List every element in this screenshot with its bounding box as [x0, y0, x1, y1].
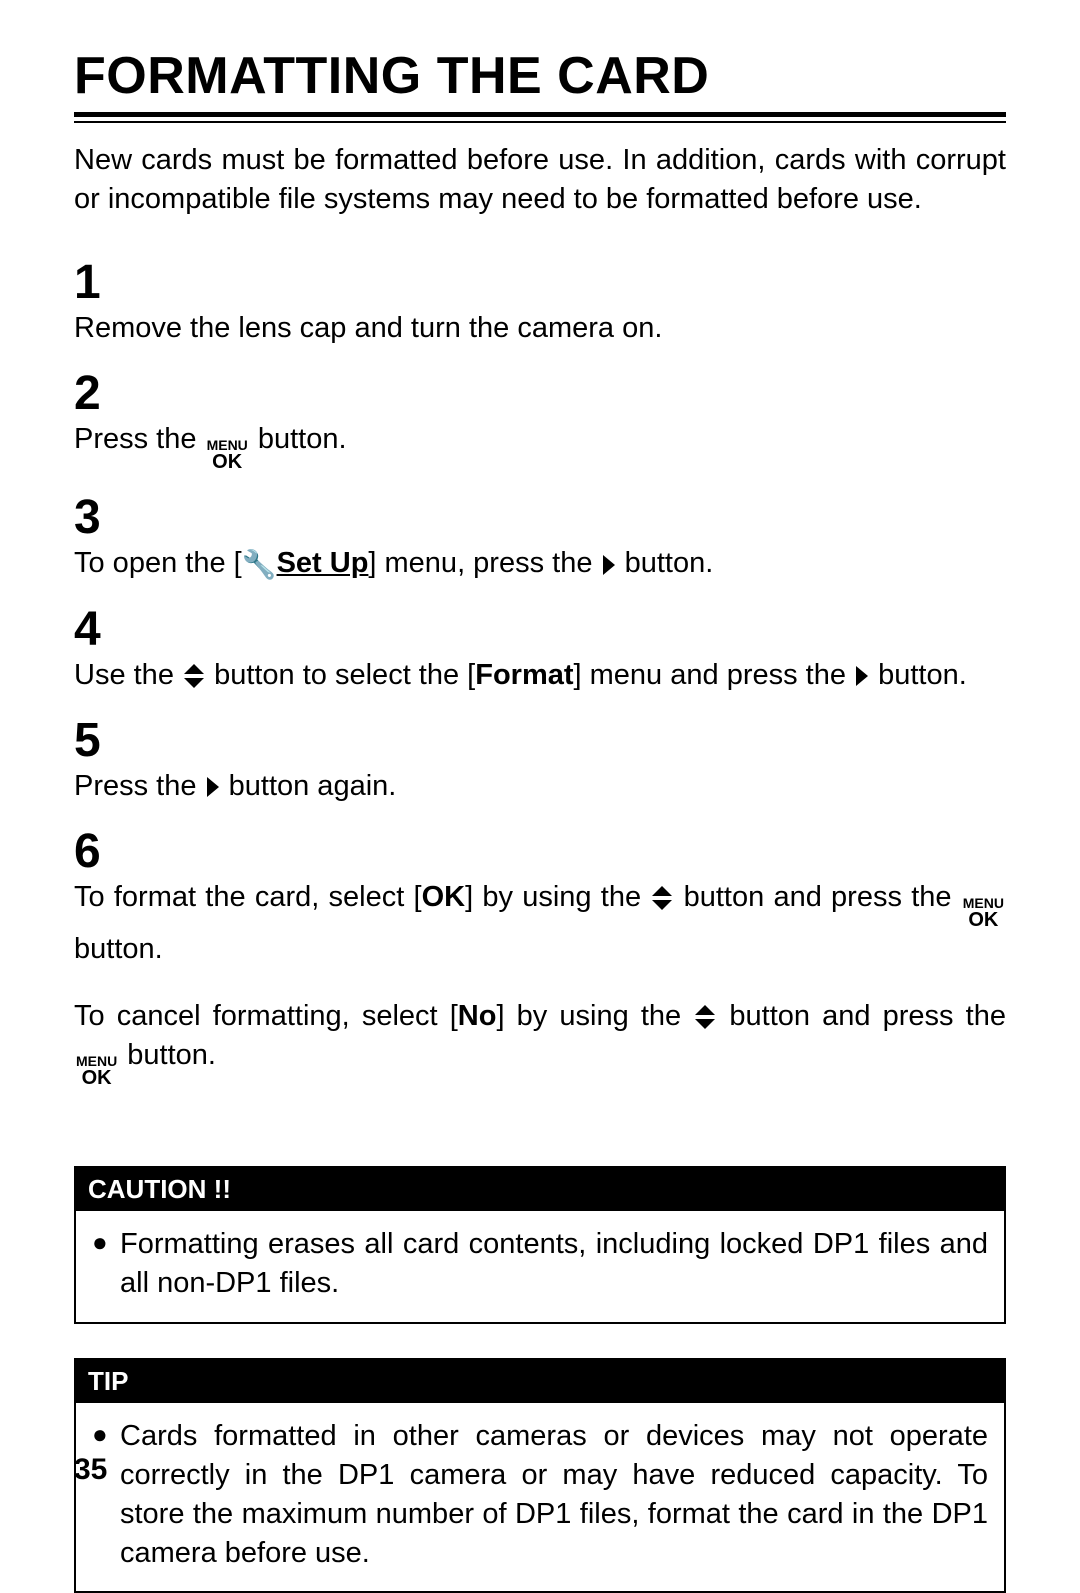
step-4-text: Use the button to select the [Format] me… — [74, 656, 1006, 695]
step-6-text-h: button. — [127, 1039, 216, 1071]
step-3-text-b: ] menu, press the — [368, 547, 600, 579]
step-2-text-a: Press the — [74, 423, 205, 455]
step-6-text-g: button and press the — [729, 1000, 1006, 1032]
step-4-text-d: button. — [878, 659, 967, 691]
step-1-text: Remove the lens cap and turn the camera … — [74, 309, 1006, 348]
step-3-text-c: button. — [625, 547, 714, 579]
caution-bullet-text: Formatting erases all card contents, inc… — [120, 1225, 988, 1303]
step-6-text-b: ] by using the — [465, 881, 650, 913]
menu-ok-icon: MENU OK — [961, 896, 1006, 930]
step-2-text-b: button. — [258, 423, 347, 455]
step-6-text-no: To cancel formatting, select [No] by usi… — [74, 997, 1006, 1088]
tip-body: ● Cards formatted in other cameras or de… — [76, 1403, 1004, 1592]
up-down-arrow-icon — [650, 884, 674, 912]
bullet-icon: ● — [92, 1225, 120, 1303]
step-6-text-d: button. — [74, 933, 163, 965]
step-2-text: Press the MENU OK button. — [74, 420, 1006, 472]
step-6-text-f: ] by using the — [496, 1000, 693, 1032]
up-down-arrow-icon — [693, 1003, 717, 1031]
step-4-text-c: ] menu and press the — [574, 659, 855, 691]
step-6-text-a: To format the card, select [ — [74, 881, 422, 913]
caution-bullet: ● Formatting erases all card contents, i… — [92, 1225, 988, 1303]
step-3-setup: Set Up — [277, 547, 369, 579]
menu-ok-icon: MENU OK — [205, 438, 250, 472]
menu-ok-top: MENU — [963, 896, 1004, 910]
tip-header: TIP — [76, 1360, 1004, 1403]
step-5-text: Press the button again. — [74, 767, 1006, 806]
page-title: FORMATTING THE CARD — [74, 46, 1006, 106]
right-arrow-icon — [854, 664, 870, 688]
bullet-icon: ● — [92, 1417, 120, 1574]
step-6-text-ok: To format the card, select [OK] by using… — [74, 878, 1006, 969]
tip-bullet-text: Cards formatted in other cameras or devi… — [120, 1417, 988, 1574]
menu-ok-bottom: OK — [82, 1068, 112, 1088]
step-number-2: 2 — [74, 370, 1006, 418]
step-6-text-c: button and press the — [684, 881, 961, 913]
up-down-arrow-icon — [182, 662, 206, 690]
right-arrow-icon — [601, 553, 617, 577]
menu-ok-bottom: OK — [968, 910, 998, 930]
step-number-1: 1 — [74, 259, 1006, 307]
menu-ok-icon: MENU OK — [74, 1054, 119, 1088]
wrench-icon: 🔧 — [242, 546, 277, 584]
step-4-format: Format — [475, 659, 573, 691]
title-rule — [74, 112, 1006, 123]
step-number-3: 3 — [74, 494, 1006, 542]
step-number-4: 4 — [74, 606, 1006, 654]
tip-bullet: ● Cards formatted in other cameras or de… — [92, 1417, 988, 1574]
page-number: 35 — [74, 1453, 107, 1487]
step-5-text-a: Press the — [74, 770, 205, 802]
menu-ok-top: MENU — [207, 438, 248, 452]
caution-header: CAUTION !! — [76, 1168, 1004, 1211]
tip-box: TIP ● Cards formatted in other cameras o… — [74, 1358, 1006, 1593]
step-number-6: 6 — [74, 828, 1006, 876]
step-6-no: No — [458, 1000, 497, 1032]
step-5-text-b: button again. — [229, 770, 397, 802]
menu-ok-bottom: OK — [212, 452, 242, 472]
right-arrow-icon — [205, 775, 221, 799]
intro-paragraph: New cards must be formatted before use. … — [74, 141, 1006, 219]
step-4-text-b: button to select the [ — [214, 659, 475, 691]
step-3-text-a: To open the [ — [74, 547, 242, 579]
caution-box: CAUTION !! ● Formatting erases all card … — [74, 1166, 1006, 1323]
step-6-ok: OK — [422, 881, 466, 913]
step-number-5: 5 — [74, 717, 1006, 765]
page: FORMATTING THE CARD New cards must be fo… — [0, 0, 1080, 1527]
step-6-text-e: To cancel formatting, select [ — [74, 1000, 458, 1032]
step-4-text-a: Use the — [74, 659, 182, 691]
menu-ok-top: MENU — [76, 1054, 117, 1068]
caution-body: ● Formatting erases all card contents, i… — [76, 1211, 1004, 1321]
step-3-text: To open the [🔧Set Up] menu, press the bu… — [74, 544, 1006, 583]
